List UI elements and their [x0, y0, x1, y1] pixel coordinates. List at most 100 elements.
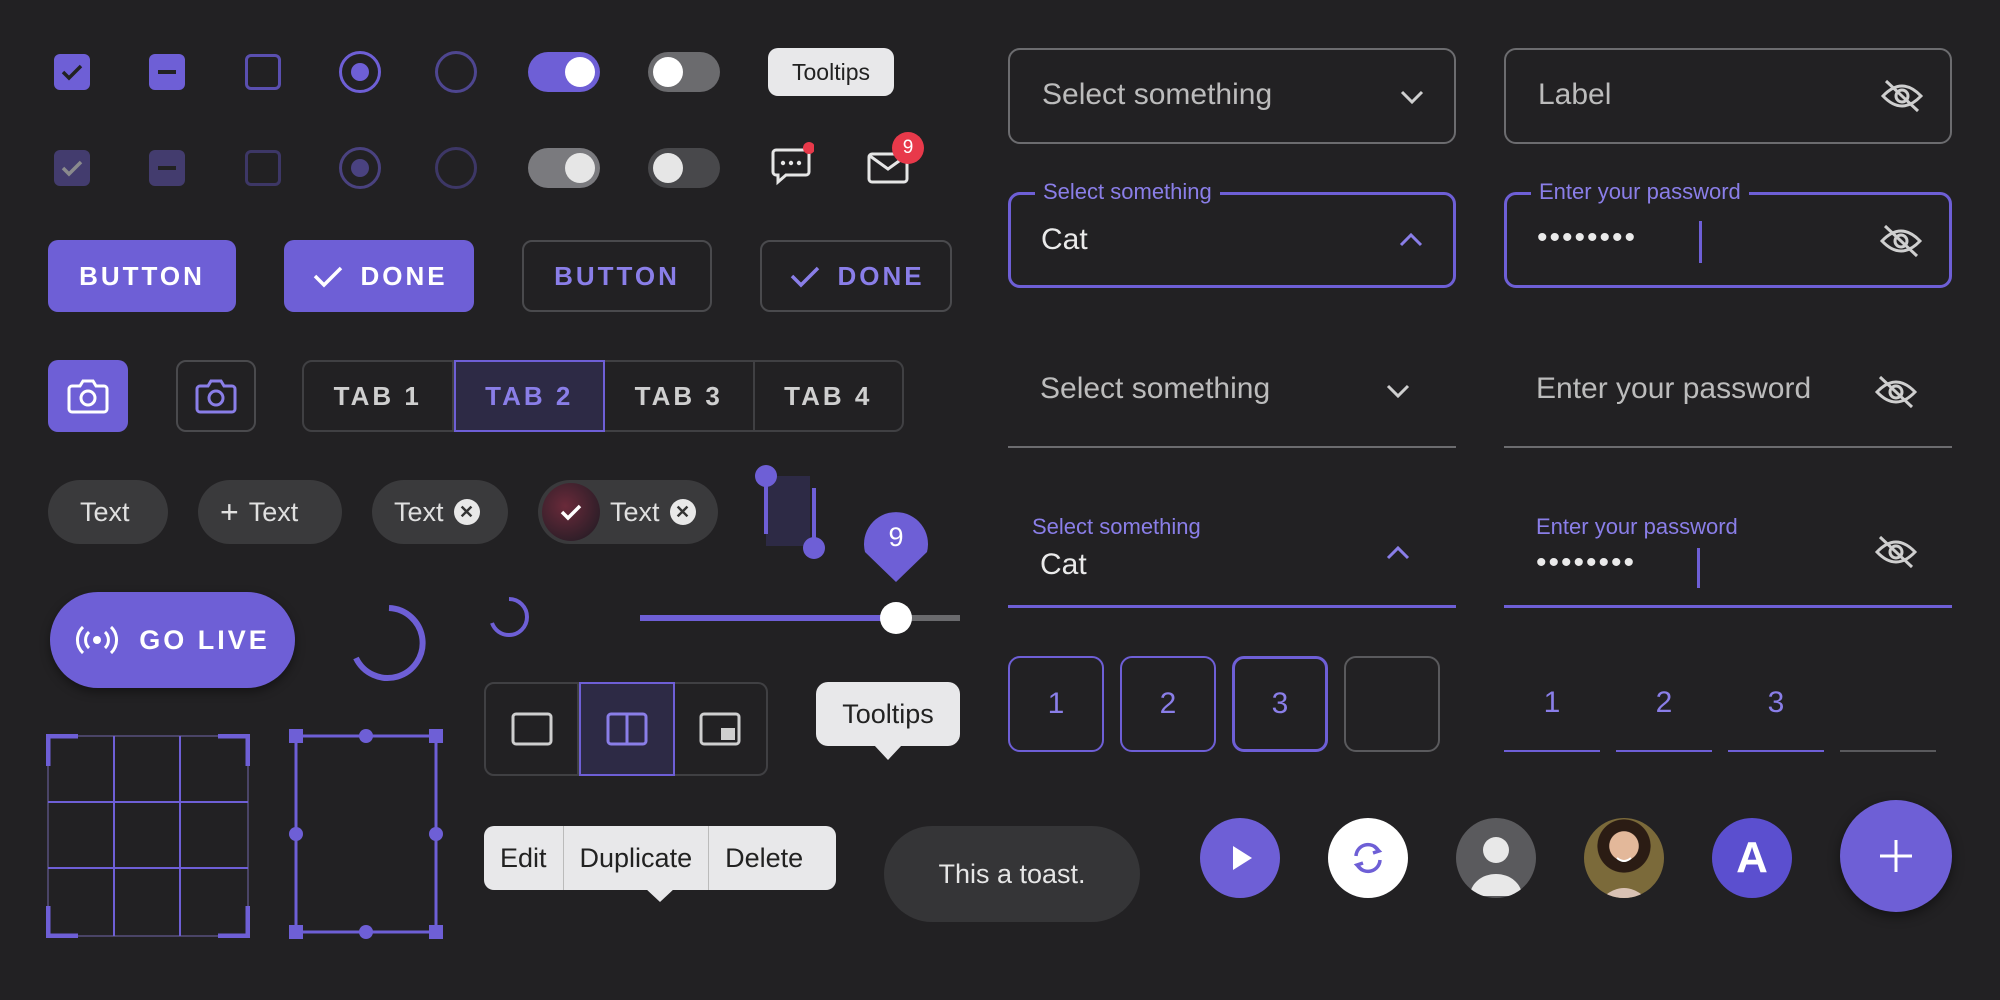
- switch-on[interactable]: [528, 52, 600, 92]
- layout-single-icon[interactable]: [486, 684, 580, 774]
- button-label: BUTTON: [79, 260, 205, 291]
- eye-off-icon[interactable]: [1874, 534, 1918, 570]
- sync-button[interactable]: [1328, 818, 1408, 898]
- password-value: ••••••••: [1537, 221, 1638, 254]
- password-label: Enter your password: [1531, 179, 1749, 205]
- tab-1[interactable]: TAB 1: [304, 362, 454, 430]
- chip-label: Text: [248, 496, 299, 527]
- otp-box-2[interactable]: 2: [1120, 656, 1216, 752]
- switch-off-disabled: [648, 148, 720, 188]
- done-button-filled[interactable]: DONE: [284, 240, 474, 312]
- select-underlined[interactable]: Select something: [1008, 342, 1456, 448]
- select-placeholder: Select something: [1042, 78, 1273, 111]
- close-icon[interactable]: ✕: [453, 499, 480, 525]
- plus-icon: +: [220, 494, 239, 530]
- camera-icon: [67, 379, 109, 414]
- menu-item-delete[interactable]: Delete: [709, 826, 819, 890]
- select-outlined-active[interactable]: Select something Cat: [1008, 179, 1456, 288]
- eye-off-icon[interactable]: [1879, 223, 1923, 259]
- select-placeholder: Select something: [1040, 372, 1271, 405]
- otp-box-1[interactable]: 1: [1008, 656, 1104, 752]
- checkbox-unchecked[interactable]: [245, 54, 281, 90]
- spinner-small: [486, 594, 532, 640]
- otp-box-4[interactable]: [1344, 656, 1440, 752]
- eye-off-icon[interactable]: [1874, 374, 1918, 410]
- go-live-button[interactable]: GO LIVE: [50, 592, 295, 688]
- text-cursor: [1699, 221, 1702, 263]
- notification-badge: 9: [892, 132, 924, 164]
- button-label: BUTTON: [554, 260, 680, 291]
- check-icon: [61, 160, 83, 177]
- chevron-down-icon: [1400, 90, 1424, 105]
- menu-item-edit[interactable]: Edit: [484, 826, 564, 890]
- play-button[interactable]: [1200, 818, 1280, 898]
- avatar-photo[interactable]: [1584, 818, 1664, 898]
- selection-frame[interactable]: [286, 728, 446, 940]
- chip-label: Text: [394, 496, 444, 527]
- password-outlined-active[interactable]: Enter your password ••••••••: [1504, 179, 1952, 288]
- password-value: ••••••••: [1536, 546, 1637, 579]
- select-value: Cat: [1040, 548, 1087, 581]
- layout-pip-icon[interactable]: [675, 684, 766, 774]
- chip-removable[interactable]: Text ✕: [372, 480, 508, 544]
- camera-icon: [195, 379, 237, 414]
- layout-split-icon[interactable]: [579, 682, 675, 776]
- go-live-label: GO LIVE: [139, 624, 270, 655]
- checkbox-indeterminate[interactable]: [149, 54, 185, 90]
- tab-4[interactable]: TAB 4: [755, 362, 903, 430]
- toast: This a toast.: [884, 826, 1140, 922]
- crop-grid[interactable]: [45, 733, 251, 939]
- check-icon: [61, 64, 83, 81]
- radio-unselected-disabled: [435, 147, 477, 189]
- switch-off[interactable]: [648, 52, 720, 92]
- password-underlined[interactable]: Enter your password: [1504, 342, 1952, 448]
- avatar-placeholder[interactable]: [1456, 818, 1536, 898]
- camera-button-outlined[interactable]: [176, 360, 256, 432]
- done-label: DONE: [837, 260, 925, 291]
- tab-2[interactable]: TAB 2: [453, 360, 605, 432]
- select-underlined-active[interactable]: Select something Cat: [1008, 500, 1456, 608]
- password-placeholder: Label: [1538, 78, 1612, 111]
- done-label: DONE: [360, 260, 448, 291]
- layout-segmented-control: [484, 682, 768, 776]
- play-icon: [1233, 846, 1252, 870]
- add-fab[interactable]: [1840, 800, 1952, 912]
- select-label: Select something: [1035, 179, 1220, 205]
- sync-icon: [1353, 842, 1383, 874]
- otp-line-4[interactable]: [1840, 656, 1936, 752]
- avatar-letter[interactable]: A: [1712, 818, 1792, 898]
- context-menu-pointer: [645, 888, 675, 904]
- select-outlined[interactable]: Select something: [1008, 48, 1456, 144]
- tab-3[interactable]: TAB 3: [605, 362, 755, 430]
- chip-add[interactable]: + Text: [198, 480, 342, 544]
- camera-button-filled[interactable]: [48, 360, 128, 432]
- portrait-icon: [1602, 857, 1646, 898]
- checkbox-indeterminate-disabled: [149, 150, 185, 186]
- minus-icon: [158, 70, 176, 74]
- otp-line-3[interactable]: 3: [1728, 656, 1824, 752]
- tooltip-large: Tooltips: [816, 682, 960, 762]
- checkbox-checked[interactable]: [54, 54, 90, 90]
- otp-line-1[interactable]: 1: [1504, 656, 1600, 752]
- radio-selected[interactable]: [339, 51, 381, 93]
- eye-off-icon[interactable]: [1880, 78, 1924, 114]
- plus-icon: [1880, 840, 1912, 872]
- password-underlined-active[interactable]: Enter your password ••••••••: [1504, 500, 1952, 608]
- otp-box-3[interactable]: 3: [1232, 656, 1328, 752]
- radio-unselected[interactable]: [435, 51, 477, 93]
- button-outlined[interactable]: BUTTON: [522, 240, 712, 312]
- avatar-check-icon: [542, 483, 600, 541]
- done-button-outlined[interactable]: DONE: [760, 240, 952, 312]
- otp-line-2[interactable]: 2: [1616, 656, 1712, 752]
- chevron-up-icon: [1386, 545, 1410, 560]
- password-label: Enter your password: [1536, 514, 1738, 540]
- chat-icon[interactable]: [770, 142, 815, 186]
- menu-item-duplicate[interactable]: Duplicate: [564, 826, 710, 890]
- chip[interactable]: Text: [48, 480, 168, 544]
- chevron-down-icon: [1386, 384, 1410, 399]
- button-filled[interactable]: BUTTON: [48, 240, 236, 312]
- password-outlined[interactable]: Label: [1504, 48, 1952, 144]
- tooltip-text: Tooltips: [842, 698, 934, 729]
- context-menu: Edit Duplicate Delete: [484, 826, 836, 890]
- slider[interactable]: 9: [637, 500, 963, 640]
